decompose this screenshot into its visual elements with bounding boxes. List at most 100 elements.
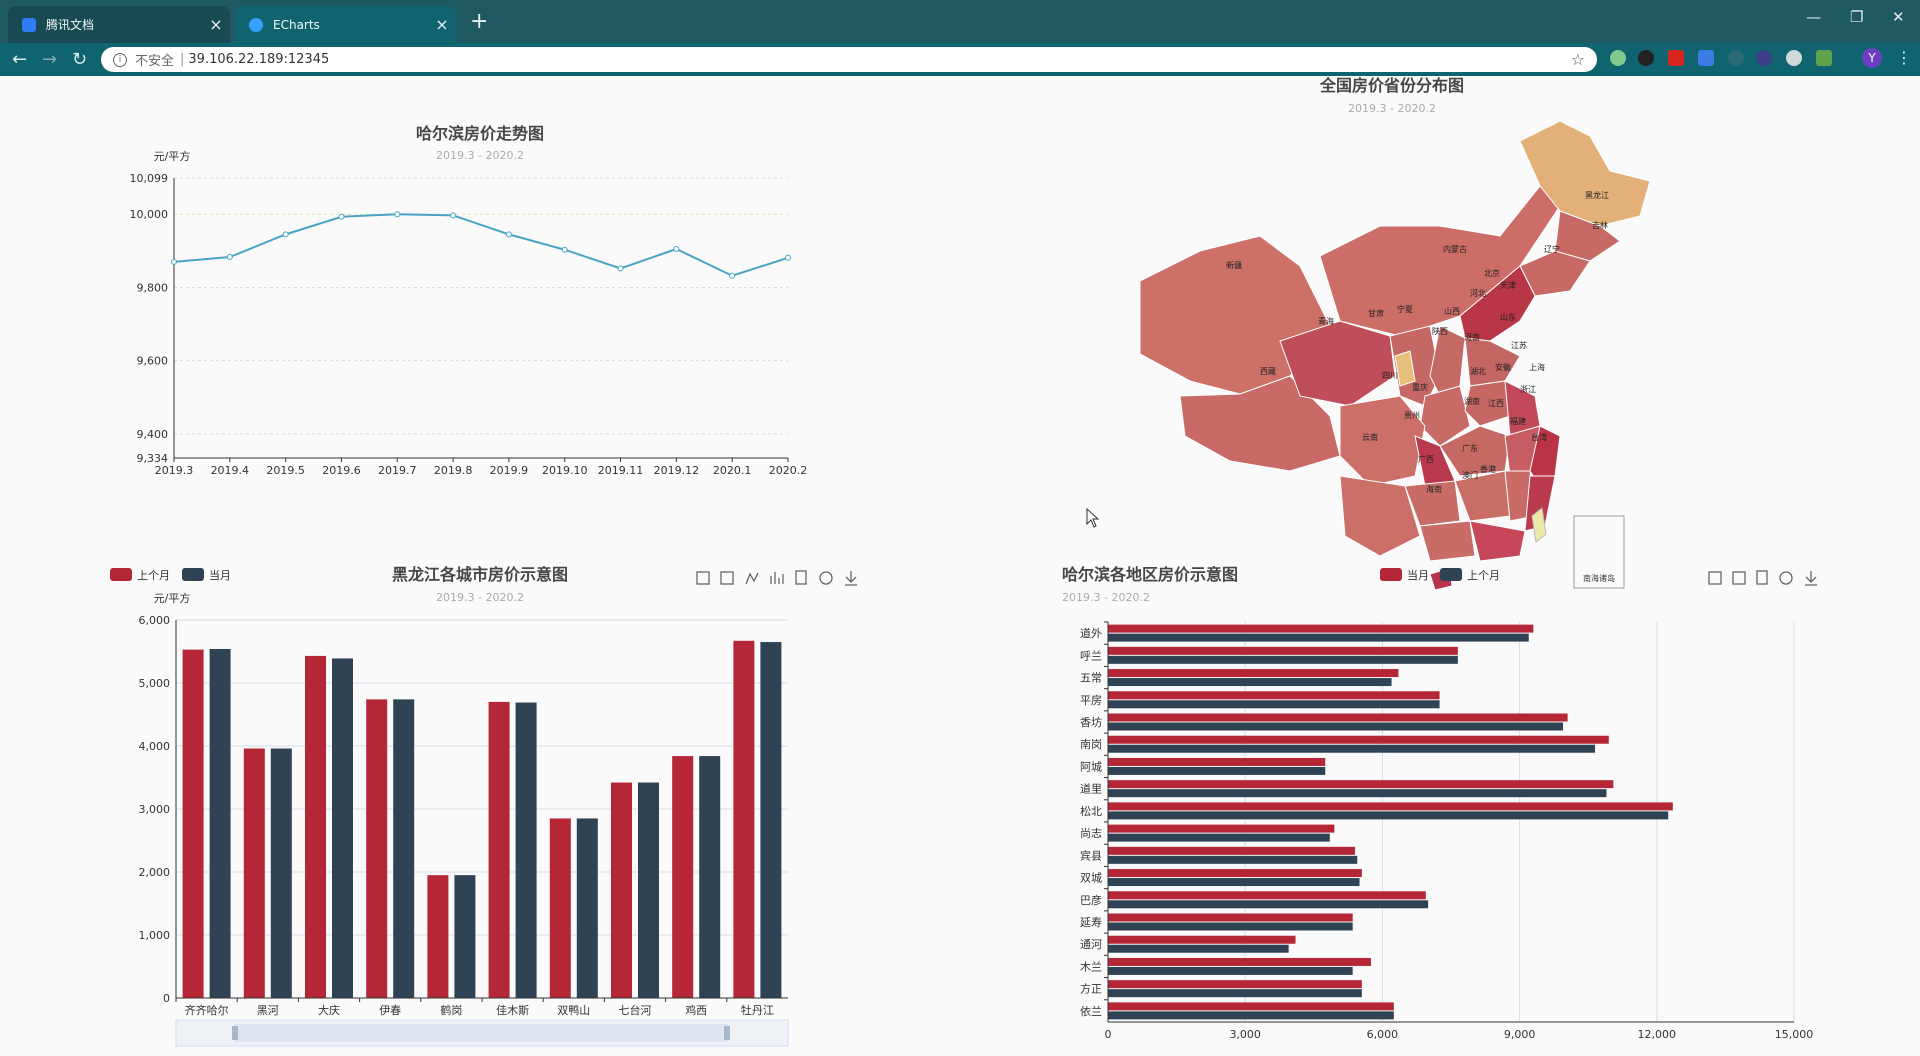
line-switch-icon[interactable] [745,572,759,585]
bar[interactable] [1108,935,1296,944]
datazoom-handle-right[interactable] [724,1026,730,1040]
bar[interactable] [760,642,782,998]
tab-tencent-docs[interactable]: 腾讯文档 × [8,6,230,43]
bar[interactable] [1108,846,1355,855]
info-icon[interactable]: i [113,52,127,67]
region-guangdong[interactable] [1469,520,1526,562]
bar[interactable] [1108,980,1362,989]
bar[interactable] [305,655,326,998]
line-point[interactable] [338,213,345,220]
data-view-icon[interactable] [1756,570,1768,585]
bar[interactable] [1108,855,1358,864]
bar[interactable] [1108,891,1426,900]
bar[interactable] [1108,878,1360,887]
bar[interactable] [1108,735,1609,744]
line-point[interactable] [729,272,736,279]
extension-icon-5[interactable] [1728,50,1744,66]
bar[interactable] [1108,944,1289,953]
legend-label-prev[interactable]: 上个月 [1467,569,1500,582]
line-point[interactable] [505,231,512,238]
bar[interactable] [611,782,632,998]
bar[interactable] [733,640,755,998]
tab-echarts[interactable]: ECharts × [235,6,456,43]
bar[interactable] [1108,1002,1394,1011]
bar[interactable] [1108,966,1353,975]
legend-swatch-prev[interactable] [1440,568,1462,581]
datazoom-window[interactable] [234,1024,728,1042]
bar[interactable] [638,782,659,998]
bar[interactable] [1108,678,1392,687]
line-point[interactable] [394,211,401,218]
reload-icon[interactable]: ↻ [72,49,87,70]
data-view-icon[interactable] [795,570,807,585]
profile-avatar[interactable]: Y [1862,48,1882,68]
bar[interactable] [1108,757,1326,766]
bookmark-star-icon[interactable]: ☆ [1571,50,1585,69]
bar[interactable] [549,818,571,998]
zoom-reset-icon[interactable] [1732,571,1746,585]
bar[interactable] [209,648,231,998]
line-point[interactable] [226,254,233,261]
bar[interactable] [1108,922,1353,931]
save-image-icon[interactable] [1805,571,1817,586]
legend-label-prev[interactable]: 上个月 [137,569,170,582]
bar[interactable] [1108,766,1326,775]
bar[interactable] [182,649,204,998]
zoom-icon[interactable] [696,571,710,585]
extension-icon-1[interactable] [1610,50,1626,66]
legend-swatch-prev[interactable] [110,568,132,581]
bar[interactable] [332,658,353,998]
bar-switch-icon[interactable] [770,572,784,584]
line-point[interactable] [450,212,457,219]
bar[interactable] [1108,713,1568,722]
back-icon[interactable]: ← [12,49,27,70]
zoom-reset-icon[interactable] [720,571,734,585]
bar[interactable] [1108,669,1399,678]
minimize-icon[interactable]: — [1806,8,1821,26]
gear-extension-icon[interactable] [1786,50,1802,66]
line-point[interactable] [282,231,289,238]
close-tab-icon[interactable]: × [428,15,456,34]
extension-icon-8[interactable] [1816,50,1832,66]
bar[interactable] [454,875,476,998]
restore-icon[interactable] [1779,571,1793,585]
bar[interactable] [1108,744,1596,753]
new-tab-button[interactable]: + [470,9,488,34]
bar[interactable] [1108,722,1564,731]
bar[interactable] [1108,913,1353,922]
close-tab-icon[interactable]: × [202,15,230,34]
bar[interactable] [427,875,449,998]
bar[interactable] [576,818,598,998]
bar[interactable] [1108,989,1362,998]
legend-label-curr[interactable]: 当月 [1407,568,1429,582]
line-point[interactable] [561,246,568,253]
bar[interactable] [1108,811,1669,820]
region-shanxi[interactable] [1429,325,1466,397]
menu-icon[interactable]: ⋮ [1896,48,1912,67]
bar[interactable] [393,699,415,998]
bar[interactable] [1108,691,1440,700]
bar[interactable] [1108,900,1429,909]
datazoom-handle-left[interactable] [232,1026,238,1040]
line-point[interactable] [171,258,177,265]
bar[interactable] [366,699,388,998]
line-point[interactable] [617,265,624,272]
bar[interactable] [1108,1011,1394,1020]
save-image-icon[interactable] [845,571,857,586]
region-sichuan[interactable] [1339,395,1426,487]
forward-icon[interactable]: → [42,49,57,70]
bar[interactable] [1108,624,1534,633]
legend-swatch-curr[interactable] [1380,568,1402,581]
bar[interactable] [1108,655,1458,664]
bar[interactable] [243,748,265,998]
bar[interactable] [699,756,721,998]
bar[interactable] [1108,789,1607,798]
bar[interactable] [1108,869,1362,878]
adblock-icon[interactable] [1668,50,1684,66]
close-window-icon[interactable]: ✕ [1892,8,1905,26]
restore-icon[interactable] [819,571,833,585]
region-guangxi[interactable] [1419,520,1476,562]
bar[interactable] [488,701,510,998]
bar[interactable] [270,748,292,998]
address-bar[interactable]: i 不安全 | 39.106.22.189:12345 ☆ [101,47,1597,72]
